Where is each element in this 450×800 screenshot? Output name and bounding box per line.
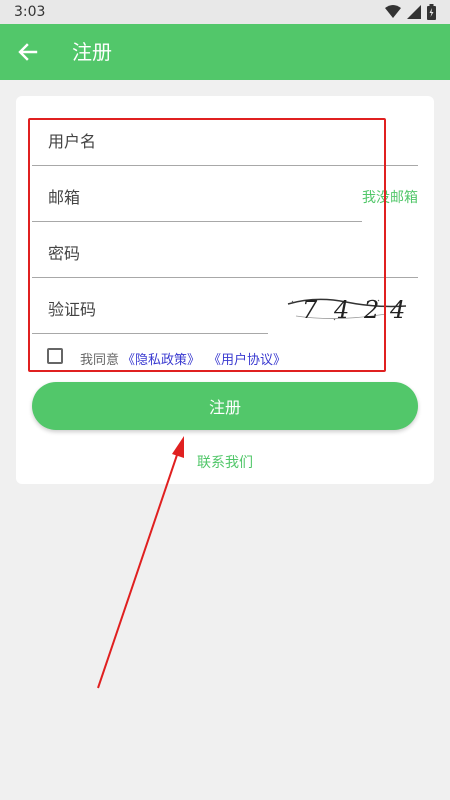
annotation-arrow: [97, 436, 184, 689]
